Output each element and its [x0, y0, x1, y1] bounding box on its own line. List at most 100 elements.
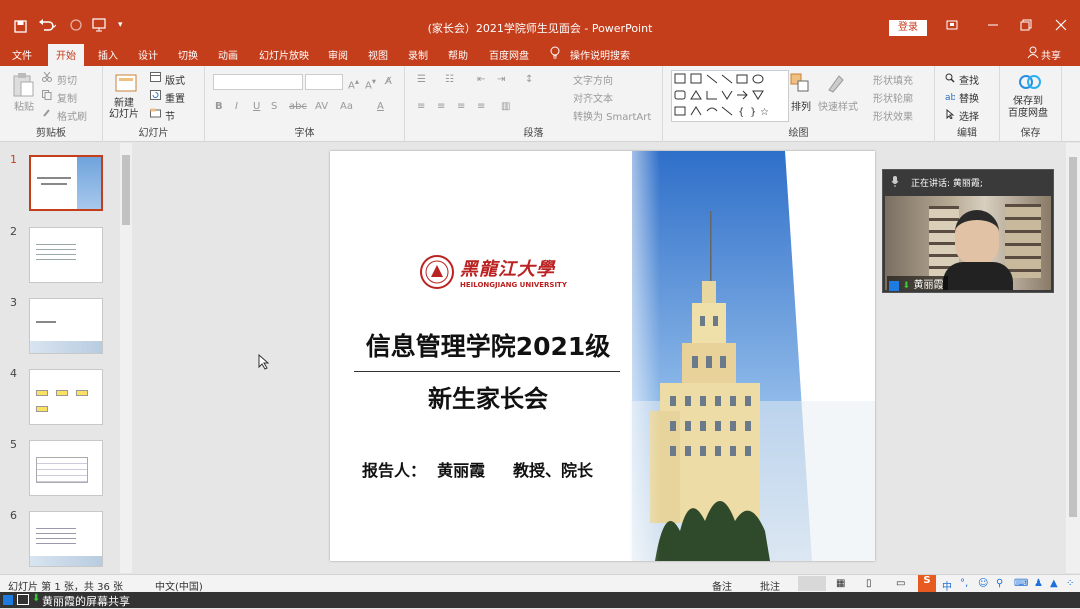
- numbering-icon[interactable]: ☷: [445, 74, 454, 85]
- thumb-number: 2: [10, 225, 17, 238]
- paste-label[interactable]: 粘贴: [14, 98, 34, 113]
- align-text-button[interactable]: 对齐文本: [573, 90, 613, 105]
- ime-logo-icon[interactable]: S: [918, 575, 936, 592]
- quick-styles-button[interactable]: 快速样式: [818, 98, 858, 113]
- change-case-icon[interactable]: Aa: [340, 101, 353, 112]
- shadow-icon[interactable]: S: [271, 101, 277, 112]
- align-left-icon[interactable]: ≡: [417, 101, 425, 112]
- slide-thumbnail-1[interactable]: [29, 155, 103, 211]
- slide-scrollbar[interactable]: [1066, 143, 1080, 573]
- replace-button[interactable]: 替换: [959, 90, 979, 105]
- tab-file[interactable]: 文件: [12, 47, 32, 62]
- copy-button[interactable]: 复制: [57, 90, 77, 105]
- slide-canvas[interactable]: 黑龍江大學 HEILONGJIANG UNIVERSITY 信息管理学院2021…: [330, 151, 875, 561]
- slide-thumbnail-3[interactable]: [29, 298, 103, 354]
- quick-styles-icon[interactable]: [825, 72, 847, 97]
- restore-icon[interactable]: [946, 19, 958, 34]
- section-button[interactable]: 节: [165, 108, 175, 123]
- tab-insert[interactable]: 插入: [98, 47, 118, 62]
- ime-punct-icon[interactable]: °,: [960, 578, 968, 589]
- font-size-select[interactable]: [305, 74, 343, 90]
- shape-fill-button[interactable]: 形状填充: [873, 72, 913, 87]
- video-call-panel[interactable]: 正在讲话: 黄丽霞; ⬇ 黄丽霞: [882, 169, 1054, 293]
- tab-slideshow[interactable]: 幻灯片放映: [259, 47, 309, 62]
- line-spacing-icon[interactable]: ↕: [525, 74, 533, 85]
- ime-skin-icon[interactable]: ♟: [1034, 578, 1043, 589]
- tab-review[interactable]: 审阅: [328, 47, 348, 62]
- slide-thumbnail-4[interactable]: [29, 369, 103, 425]
- ime-voice-icon[interactable]: ⚲: [996, 578, 1003, 589]
- save-to-baidu-button[interactable]: 保存到 百度网盘: [1008, 96, 1048, 120]
- ime-emoji-icon[interactable]: ☺: [978, 578, 988, 589]
- share-button[interactable]: 共享: [1041, 47, 1061, 62]
- layout-button[interactable]: 版式: [165, 72, 185, 87]
- paste-icon[interactable]: [12, 72, 34, 101]
- find-button[interactable]: 查找: [959, 72, 979, 87]
- slide-thumbnail-5[interactable]: [29, 440, 103, 496]
- baidu-cloud-icon[interactable]: [1018, 72, 1042, 95]
- reset-button[interactable]: 重置: [165, 90, 185, 105]
- comments-button[interactable]: 批注: [760, 578, 780, 593]
- font-color-icon[interactable]: A: [377, 101, 384, 112]
- mouse-cursor-icon: [258, 353, 270, 373]
- tab-baidu[interactable]: 百度网盘: [489, 47, 529, 62]
- brush-icon: [42, 108, 52, 121]
- text-direction-button[interactable]: 文字方向: [573, 72, 613, 87]
- tab-view[interactable]: 视图: [368, 47, 388, 62]
- increase-indent-icon[interactable]: ⇥: [497, 74, 505, 85]
- tab-transitions[interactable]: 切换: [178, 47, 198, 62]
- arrange-icon[interactable]: [789, 72, 811, 97]
- login-button[interactable]: 登录: [889, 20, 927, 36]
- close-icon[interactable]: [1055, 19, 1067, 34]
- columns-icon[interactable]: ▥: [501, 101, 510, 112]
- ime-chinese-icon[interactable]: 中: [942, 578, 952, 593]
- tell-me-search[interactable]: 操作说明搜索: [570, 47, 630, 62]
- bullets-icon[interactable]: ☰: [417, 74, 426, 85]
- cut-button[interactable]: 剪切: [57, 72, 77, 87]
- italic-icon[interactable]: I: [235, 101, 238, 112]
- tab-record[interactable]: 录制: [408, 47, 428, 62]
- new-slide-icon[interactable]: [115, 72, 139, 97]
- replace-icon: ab: [945, 91, 957, 104]
- slide-thumbnail-6[interactable]: [29, 511, 103, 567]
- char-spacing-icon[interactable]: AV: [315, 101, 328, 112]
- notes-button[interactable]: 备注: [712, 578, 732, 593]
- align-right-icon[interactable]: ≡: [457, 101, 465, 112]
- ime-grid-icon[interactable]: ⁘: [1066, 578, 1074, 589]
- thumbnail-scrollbar[interactable]: [120, 143, 132, 573]
- bold-icon[interactable]: B: [215, 101, 223, 112]
- format-painter-button[interactable]: 格式刷: [57, 108, 87, 123]
- tab-design[interactable]: 设计: [138, 47, 158, 62]
- normal-view-icon[interactable]: [798, 576, 826, 591]
- strikethrough-icon[interactable]: abc: [289, 101, 307, 112]
- align-center-icon[interactable]: ≡: [437, 101, 445, 112]
- font-family-select[interactable]: [213, 74, 303, 90]
- reading-view-icon[interactable]: ▯: [866, 578, 872, 589]
- underline-icon[interactable]: U: [253, 101, 260, 112]
- shapes-gallery[interactable]: {} ☆: [671, 70, 789, 122]
- justify-icon[interactable]: ≡: [477, 101, 485, 112]
- shape-outline-button[interactable]: 形状轮廓: [873, 90, 913, 105]
- select-button[interactable]: 选择: [959, 108, 979, 123]
- tab-help[interactable]: 帮助: [448, 47, 468, 62]
- shrink-font-icon[interactable]: A▾: [365, 76, 376, 91]
- clear-format-icon[interactable]: A̸: [385, 76, 392, 87]
- presenter-line: 报告人： 黄丽霞 教授、院长: [362, 461, 593, 480]
- ime-keyboard-icon[interactable]: ⌨: [1014, 578, 1028, 589]
- smartart-button[interactable]: 转换为 SmartArt: [573, 108, 651, 123]
- arrange-button[interactable]: 排列: [791, 98, 811, 113]
- grow-font-icon[interactable]: A▴: [348, 76, 359, 91]
- new-slide-button[interactable]: 新建 幻灯片: [109, 98, 139, 120]
- maximize-icon[interactable]: [1020, 19, 1032, 34]
- tab-home[interactable]: 开始: [48, 44, 84, 66]
- slide-sorter-icon[interactable]: ▦: [836, 578, 845, 589]
- language-indicator[interactable]: 中文(中国): [155, 578, 203, 593]
- shape-effects-button[interactable]: 形状效果: [873, 108, 913, 123]
- decrease-indent-icon[interactable]: ⇤: [477, 74, 485, 85]
- slideshow-view-icon[interactable]: ▭: [896, 578, 905, 589]
- minimize-icon[interactable]: [987, 19, 999, 34]
- slide-thumbnail-2[interactable]: [29, 227, 103, 283]
- ime-shirt-icon[interactable]: ▲: [1050, 578, 1058, 589]
- tab-animations[interactable]: 动画: [218, 47, 238, 62]
- user-icon[interactable]: [1027, 46, 1039, 62]
